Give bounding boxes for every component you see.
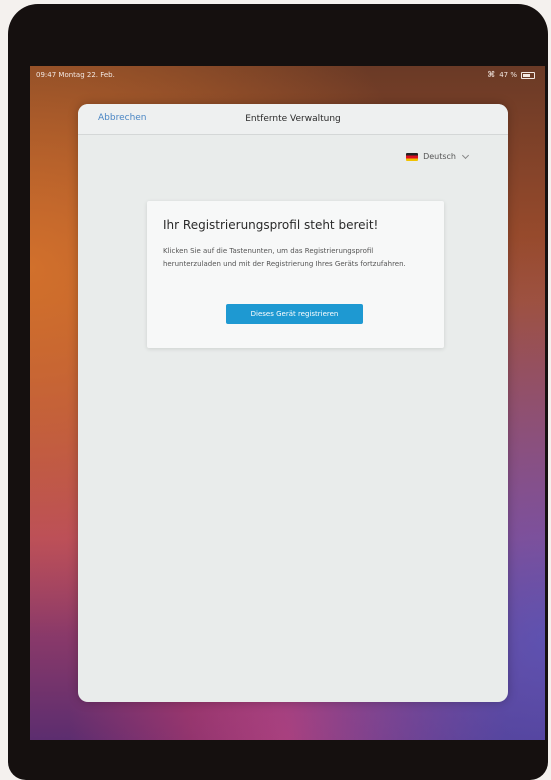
language-selected: Deutsch — [423, 152, 456, 161]
chevron-down-icon — [461, 151, 470, 159]
registration-card: Ihr Registrierungsprofil steht bereit! K… — [147, 201, 444, 348]
german-flag-icon — [406, 152, 419, 161]
tablet-device: 09:47 Montag 22. Feb. ⌘ 47 % Abbrechen E… — [8, 4, 548, 780]
card-description: Klicken Sie auf die Tastenunten, um das … — [163, 247, 406, 268]
status-time-date: 09:47 Montag 22. Feb. — [36, 71, 115, 79]
tablet-screen: 09:47 Montag 22. Feb. ⌘ 47 % Abbrechen E… — [30, 66, 545, 740]
wifi-icon: ⌘ — [487, 70, 496, 79]
nav-title: Entfernte Verwaltung — [245, 114, 341, 124]
nav-bar: Abbrechen Entfernte Verwaltung — [78, 104, 508, 135]
battery-percentage: 47 % — [499, 71, 517, 79]
status-bar: 09:47 Montag 22. Feb. ⌘ 47 % — [30, 66, 545, 84]
remote-management-sheet: Abbrechen Entfernte Verwaltung Deutsch I… — [78, 104, 508, 702]
language-selector[interactable]: Deutsch — [406, 151, 470, 161]
register-device-button[interactable]: Dieses Gerät registrieren — [226, 304, 363, 324]
status-indicators: ⌘ 47 % — [487, 66, 535, 84]
battery-icon — [521, 71, 535, 79]
card-title: Ihr Registrierungsprofil steht bereit! — [163, 218, 379, 232]
